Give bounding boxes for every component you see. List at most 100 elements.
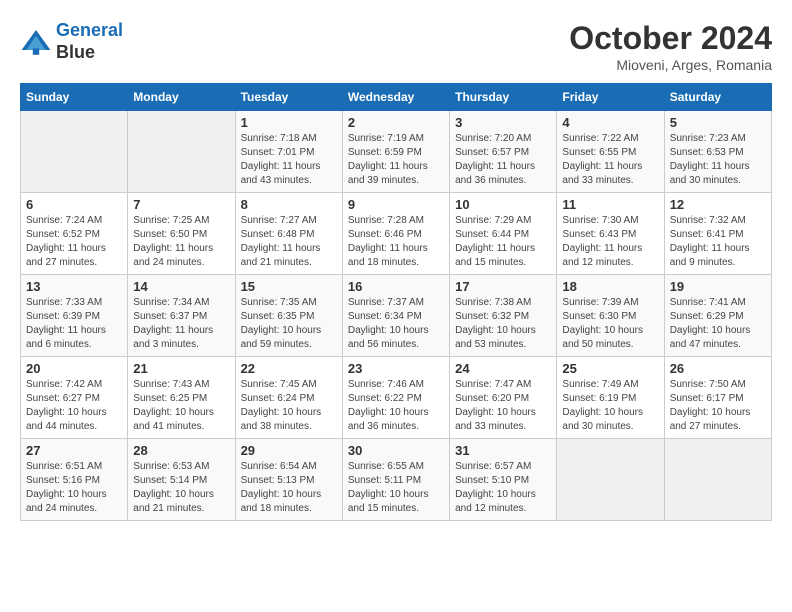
day-number: 3	[455, 115, 551, 130]
calendar-cell: 11 Sunrise: 7:30 AMSunset: 6:43 PMDayligh…	[557, 193, 664, 275]
calendar-cell: 17 Sunrise: 7:38 AMSunset: 6:32 PMDayligh…	[450, 275, 557, 357]
day-number: 21	[133, 361, 229, 376]
calendar-table: SundayMondayTuesdayWednesdayThursdayFrid…	[20, 83, 772, 521]
day-number: 17	[455, 279, 551, 294]
day-number: 4	[562, 115, 658, 130]
calendar-cell: 20Sunrise: 7:42 AMSunset: 6:27 PMDayligh…	[21, 357, 128, 439]
day-info: Sunrise: 7:23 AMSunset: 6:53 PMDaylight:…	[670, 132, 766, 188]
calendar-header: SundayMondayTuesdayWednesdayThursdayFrid…	[21, 84, 772, 111]
day-info: Sunrise: 7:41 AMSunset: 6:29 PMDaylight:…	[670, 296, 766, 352]
day-number: 9	[348, 197, 444, 212]
calendar-cell: 7 Sunrise: 7:25 AMSunset: 6:50 PMDaylight…	[128, 193, 235, 275]
day-info: Sunrise: 7:34 AMSunset: 6:37 PMDaylight:…	[133, 296, 229, 352]
day-info: Sunrise: 7:32 AMSunset: 6:41 PMDaylight:…	[670, 214, 766, 270]
day-info: Sunrise: 7:24 AMSunset: 6:52 PMDaylight:…	[26, 214, 122, 270]
day-number: 12	[670, 197, 766, 212]
day-info: Sunrise: 7:35 AMSunset: 6:35 PMDaylight:…	[241, 296, 337, 352]
calendar-cell: 21 Sunrise: 7:43 AMSunset: 6:25 PMDayligh…	[128, 357, 235, 439]
weekday-header-wednesday: Wednesday	[342, 84, 449, 111]
week-row-1: 1 Sunrise: 7:18 AMSunset: 7:01 PMDaylight…	[21, 111, 772, 193]
calendar-cell: 4 Sunrise: 7:22 AMSunset: 6:55 PMDaylight…	[557, 111, 664, 193]
day-info: Sunrise: 7:22 AMSunset: 6:55 PMDaylight:…	[562, 132, 658, 188]
day-info: Sunrise: 7:33 AMSunset: 6:39 PMDaylight:…	[26, 296, 122, 352]
day-number: 8	[241, 197, 337, 212]
day-info: Sunrise: 6:54 AMSunset: 5:13 PMDaylight:…	[241, 460, 337, 516]
day-number: 16	[348, 279, 444, 294]
calendar-cell: 16 Sunrise: 7:37 AMSunset: 6:34 PMDayligh…	[342, 275, 449, 357]
day-info: Sunrise: 7:30 AMSunset: 6:43 PMDaylight:…	[562, 214, 658, 270]
day-info: Sunrise: 7:46 AMSunset: 6:22 PMDaylight:…	[348, 378, 444, 434]
calendar-cell: 29 Sunrise: 6:54 AMSunset: 5:13 PMDayligh…	[235, 439, 342, 521]
calendar-cell: 14 Sunrise: 7:34 AMSunset: 6:37 PMDayligh…	[128, 275, 235, 357]
location: Mioveni, Arges, Romania	[569, 57, 772, 73]
day-info: Sunrise: 7:42 AMSunset: 6:27 PMDaylight:…	[26, 378, 122, 434]
header-row: SundayMondayTuesdayWednesdayThursdayFrid…	[21, 84, 772, 111]
day-number: 30	[348, 443, 444, 458]
day-number: 7	[133, 197, 229, 212]
calendar-cell: 31Sunrise: 6:57 AMSunset: 5:10 PMDayligh…	[450, 439, 557, 521]
day-number: 27	[26, 443, 122, 458]
day-number: 19	[670, 279, 766, 294]
day-info: Sunrise: 7:49 AMSunset: 6:19 PMDaylight:…	[562, 378, 658, 434]
calendar-cell: 23 Sunrise: 7:46 AMSunset: 6:22 PMDayligh…	[342, 357, 449, 439]
week-row-5: 27 Sunrise: 6:51 AMSunset: 5:16 PMDayligh…	[21, 439, 772, 521]
calendar-cell: 2Sunrise: 7:19 AMSunset: 6:59 PMDaylight…	[342, 111, 449, 193]
weekday-header-sunday: Sunday	[21, 84, 128, 111]
day-number: 26	[670, 361, 766, 376]
calendar-cell: 8 Sunrise: 7:27 AMSunset: 6:48 PMDaylight…	[235, 193, 342, 275]
calendar-cell: 28Sunrise: 6:53 AMSunset: 5:14 PMDayligh…	[128, 439, 235, 521]
day-number: 25	[562, 361, 658, 376]
day-number: 23	[348, 361, 444, 376]
day-number: 28	[133, 443, 229, 458]
calendar-cell: 19 Sunrise: 7:41 AMSunset: 6:29 PMDayligh…	[664, 275, 771, 357]
calendar-cell: 27 Sunrise: 6:51 AMSunset: 5:16 PMDayligh…	[21, 439, 128, 521]
day-number: 24	[455, 361, 551, 376]
day-info: Sunrise: 7:37 AMSunset: 6:34 PMDaylight:…	[348, 296, 444, 352]
day-info: Sunrise: 7:45 AMSunset: 6:24 PMDaylight:…	[241, 378, 337, 434]
day-number: 6	[26, 197, 122, 212]
calendar-cell: 26Sunrise: 7:50 AMSunset: 6:17 PMDayligh…	[664, 357, 771, 439]
weekday-header-friday: Friday	[557, 84, 664, 111]
day-info: Sunrise: 7:29 AMSunset: 6:44 PMDaylight:…	[455, 214, 551, 270]
calendar-cell	[557, 439, 664, 521]
week-row-3: 13Sunrise: 7:33 AMSunset: 6:39 PMDayligh…	[21, 275, 772, 357]
day-info: Sunrise: 6:51 AMSunset: 5:16 PMDaylight:…	[26, 460, 122, 516]
day-number: 1	[241, 115, 337, 130]
header: General Blue October 2024 Mioveni, Arges…	[20, 20, 772, 73]
day-info: Sunrise: 7:38 AMSunset: 6:32 PMDaylight:…	[455, 296, 551, 352]
calendar-cell: 13Sunrise: 7:33 AMSunset: 6:39 PMDayligh…	[21, 275, 128, 357]
calendar-cell: 9Sunrise: 7:28 AMSunset: 6:46 PMDaylight…	[342, 193, 449, 275]
logo-icon	[20, 26, 52, 58]
title-area: October 2024 Mioveni, Arges, Romania	[569, 20, 772, 73]
calendar-cell: 24 Sunrise: 7:47 AMSunset: 6:20 PMDayligh…	[450, 357, 557, 439]
day-info: Sunrise: 7:25 AMSunset: 6:50 PMDaylight:…	[133, 214, 229, 270]
day-info: Sunrise: 7:27 AMSunset: 6:48 PMDaylight:…	[241, 214, 337, 270]
calendar-cell: 25 Sunrise: 7:49 AMSunset: 6:19 PMDayligh…	[557, 357, 664, 439]
logo-text: General Blue	[56, 20, 123, 63]
calendar-cell: 15 Sunrise: 7:35 AMSunset: 6:35 PMDayligh…	[235, 275, 342, 357]
day-number: 5	[670, 115, 766, 130]
logo-line2: Blue	[56, 42, 123, 64]
day-info: Sunrise: 7:20 AMSunset: 6:57 PMDaylight:…	[455, 132, 551, 188]
day-number: 14	[133, 279, 229, 294]
day-info: Sunrise: 7:39 AMSunset: 6:30 PMDaylight:…	[562, 296, 658, 352]
day-number: 11	[562, 197, 658, 212]
calendar-cell	[128, 111, 235, 193]
day-number: 18	[562, 279, 658, 294]
calendar-cell: 12 Sunrise: 7:32 AMSunset: 6:41 PMDayligh…	[664, 193, 771, 275]
day-info: Sunrise: 7:47 AMSunset: 6:20 PMDaylight:…	[455, 378, 551, 434]
calendar-cell: 6 Sunrise: 7:24 AMSunset: 6:52 PMDaylight…	[21, 193, 128, 275]
weekday-header-monday: Monday	[128, 84, 235, 111]
calendar-cell: 5 Sunrise: 7:23 AMSunset: 6:53 PMDaylight…	[664, 111, 771, 193]
logo: General Blue	[20, 20, 123, 63]
calendar-cell: 10Sunrise: 7:29 AMSunset: 6:44 PMDayligh…	[450, 193, 557, 275]
calendar-cell	[21, 111, 128, 193]
day-number: 29	[241, 443, 337, 458]
day-info: Sunrise: 7:18 AMSunset: 7:01 PMDaylight:…	[241, 132, 337, 188]
day-number: 15	[241, 279, 337, 294]
calendar-cell: 3 Sunrise: 7:20 AMSunset: 6:57 PMDaylight…	[450, 111, 557, 193]
calendar-body: 1 Sunrise: 7:18 AMSunset: 7:01 PMDaylight…	[21, 111, 772, 521]
week-row-2: 6 Sunrise: 7:24 AMSunset: 6:52 PMDaylight…	[21, 193, 772, 275]
calendar-cell: 30Sunrise: 6:55 AMSunset: 5:11 PMDayligh…	[342, 439, 449, 521]
day-info: Sunrise: 7:43 AMSunset: 6:25 PMDaylight:…	[133, 378, 229, 434]
